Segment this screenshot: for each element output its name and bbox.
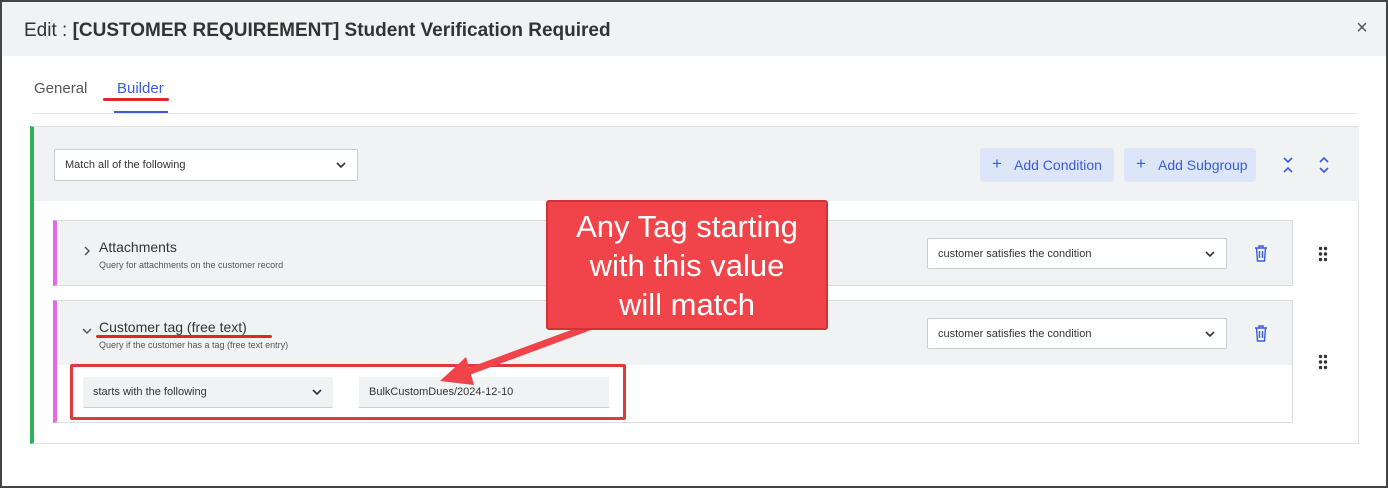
match-mode-select[interactable]: Match all of the following: [54, 149, 358, 181]
group-toolbar: Match all of the following + Add Conditi…: [34, 127, 1359, 201]
active-tab-indicator: [114, 111, 168, 113]
chevron-down-icon[interactable]: [81, 325, 93, 337]
condition-title: Attachments: [99, 239, 177, 255]
satisfies-value: customer satisfies the condition: [938, 327, 1092, 340]
dialog-header: Edit : [CUSTOMER REQUIREMENT] Student Ve…: [2, 2, 1386, 56]
condition-subtitle: Query for attachments on the customer re…: [99, 260, 284, 270]
callout-line: will match: [618, 287, 756, 322]
annotation-highlight-box: [70, 364, 626, 420]
trash-icon[interactable]: [1252, 323, 1270, 345]
condition-title: Customer tag (free text): [99, 319, 247, 335]
trash-icon[interactable]: [1252, 243, 1270, 265]
satisfies-value: customer satisfies the condition: [938, 247, 1092, 260]
dialog-title-prefix: Edit :: [24, 20, 73, 41]
callout-line: Any Tag starting: [576, 209, 798, 244]
expand-all-icon[interactable]: [1315, 154, 1333, 176]
collapse-all-icon[interactable]: [1279, 154, 1297, 176]
add-subgroup-button[interactable]: + Add Subgroup: [1124, 148, 1256, 182]
tab-builder[interactable]: Builder: [117, 80, 164, 97]
chevron-down-icon: [336, 162, 346, 169]
close-icon[interactable]: ×: [1352, 18, 1372, 38]
dialog-title: Edit : [CUSTOMER REQUIREMENT] Student Ve…: [24, 20, 611, 42]
condition-subtitle: Query if the customer has a tag (free te…: [99, 340, 289, 350]
plus-icon: +: [992, 154, 1002, 173]
add-condition-label: Add Condition: [1014, 157, 1102, 173]
satisfies-select[interactable]: customer satisfies the condition: [927, 238, 1227, 269]
match-mode-value: Match all of the following: [65, 159, 186, 171]
plus-icon: +: [1136, 154, 1146, 173]
callout-line: with this value: [589, 248, 785, 283]
tab-general[interactable]: General: [34, 80, 87, 97]
tab-bar: General Builder: [32, 78, 1358, 114]
add-condition-button[interactable]: + Add Condition: [980, 148, 1114, 182]
dialog-title-name: [CUSTOMER REQUIREMENT] Student Verificat…: [72, 20, 611, 41]
drag-handle-icon[interactable]: [1318, 246, 1328, 262]
chevron-down-icon: [1205, 250, 1215, 257]
chevron-right-icon[interactable]: [81, 245, 93, 257]
drag-handle-icon[interactable]: [1318, 354, 1328, 370]
chevron-down-icon: [1205, 330, 1215, 337]
annotation-underline-builder: [103, 98, 169, 101]
satisfies-select[interactable]: customer satisfies the condition: [927, 318, 1227, 349]
annotation-callout: Any Tag starting with this value will ma…: [546, 200, 828, 330]
add-subgroup-label: Add Subgroup: [1158, 157, 1248, 173]
annotation-underline-title: [96, 335, 272, 338]
